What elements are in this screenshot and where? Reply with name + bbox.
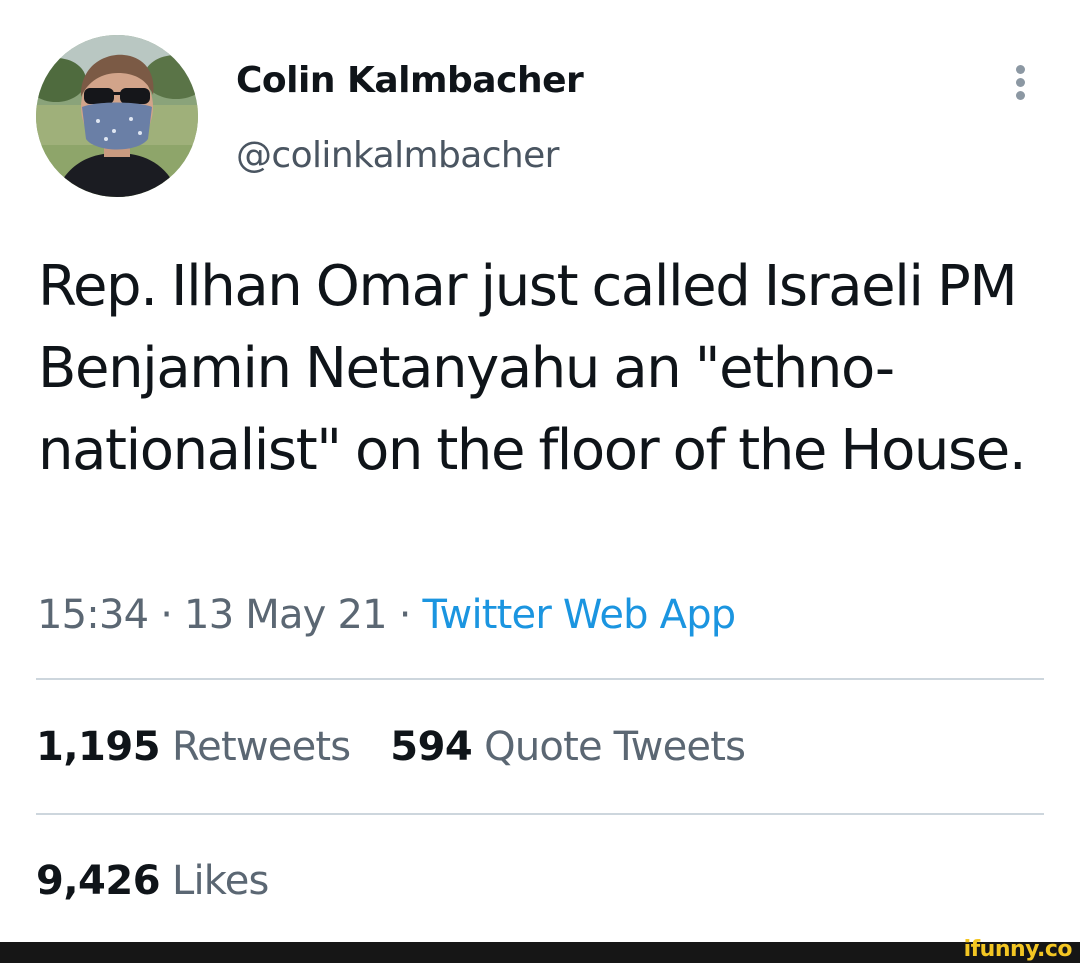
quote-tweets-stat[interactable]: 594 Quote Tweets [390,720,746,774]
likes-label: Likes [171,858,269,904]
author-display-name[interactable]: Colin Kalmbacher [236,58,584,104]
author-handle[interactable]: @colinkalmbacher [236,133,559,179]
watermark-bar: ifunny.co [0,937,1080,963]
retweets-count: 1,195 [36,724,161,770]
meta-separator: · [160,592,173,638]
quote-tweets-label: Quote Tweets [484,724,746,770]
stats-row-likes: 9,426 Likes [36,854,269,908]
tweet-date: 13 May 21 [184,592,388,638]
quote-tweets-count: 594 [390,724,473,770]
retweets-label: Retweets [171,724,351,770]
divider [36,678,1044,680]
more-vertical-icon-dot [1016,91,1025,100]
likes-count: 9,426 [36,858,161,904]
ifunny-watermark: ifunny.co [963,937,1073,962]
more-vertical-icon-dot [1016,78,1025,87]
author-avatar[interactable] [36,35,198,197]
divider [36,813,1044,815]
stats-row-engagement: 1,195 Retweets 594 Quote Tweets [36,720,746,774]
tweet-time: 15:34 [37,592,149,638]
meta-separator: · [398,592,412,638]
likes-stat[interactable]: 9,426 Likes [36,854,269,908]
more-vertical-icon [1016,65,1025,74]
tweet-meta: 15:34 · 13 May 21 · Twitter Web App [37,588,737,642]
tweet-source-link[interactable]: Twitter Web App [423,592,737,638]
tweet-text: Rep. Ilhan Omar just called Israeli PM B… [38,254,1027,483]
more-options-button[interactable] [1000,58,1040,108]
retweets-stat[interactable]: 1,195 Retweets [36,720,351,774]
avatar-photo [36,35,198,197]
